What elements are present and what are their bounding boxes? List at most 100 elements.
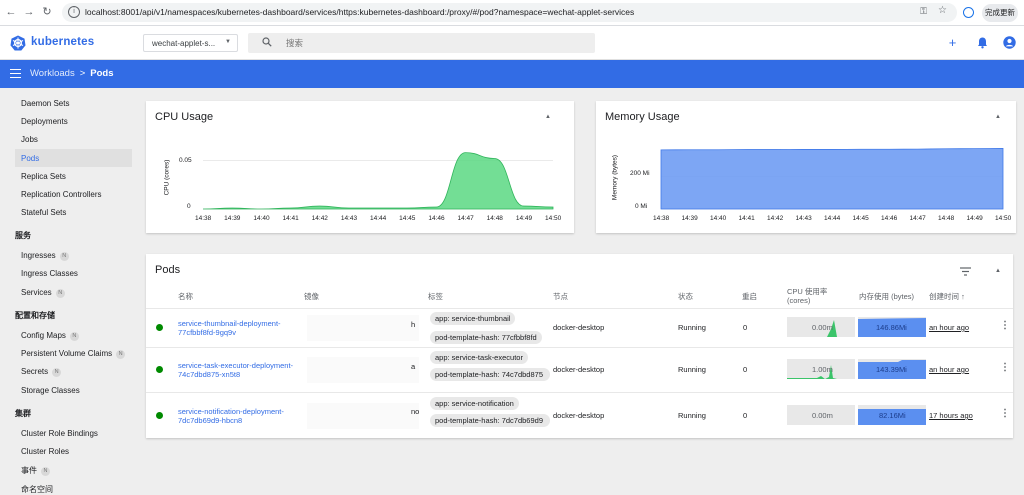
sidebar-heading-cluster[interactable]: 集群 (15, 408, 31, 419)
namespaced-badge: N (41, 467, 50, 476)
search-icon (262, 37, 272, 47)
menu-icon[interactable] (10, 69, 21, 78)
created-time[interactable]: an hour ago (929, 365, 969, 374)
sidebar-item-services[interactable]: Services N (21, 288, 65, 298)
more-vert-icon[interactable]: ⋮ (1000, 320, 1010, 331)
sidebar-heading-config-storage[interactable]: 配置和存储 (15, 310, 55, 321)
url-text[interactable]: localhost:8001/api/v1/namespaces/kuberne… (85, 7, 634, 17)
pod-name-link[interactable]: service-thumbnail-deployment-77cfbbf8fd-… (178, 319, 303, 337)
search-input[interactable] (286, 36, 566, 50)
label-chip: app: service-thumbnail (430, 312, 516, 325)
sidebar-item-ingresses[interactable]: Ingresses N (21, 251, 69, 261)
x-tick-label: 14:38 (653, 215, 670, 222)
pod-name-link[interactable]: service-task-executor-deployment-74c7dbd… (178, 361, 303, 379)
sidebar-item-pvc[interactable]: Persistent Volume Claims N (21, 349, 126, 359)
back-icon[interactable]: ← (4, 5, 18, 19)
row-divider (146, 308, 1013, 309)
breadcrumb-separator: > (79, 68, 86, 79)
sidebar-item-pods[interactable]: Pods (21, 154, 39, 163)
bell-icon[interactable] (976, 36, 989, 49)
cpu-value: 1.00m (812, 365, 833, 374)
column-header-restarts[interactable]: 重启 (742, 292, 757, 301)
sidebar-item-events[interactable]: 事件 N (21, 465, 50, 476)
restarts-cell: 0 (743, 365, 748, 374)
cpu-area-series (202, 152, 554, 210)
cpu-ytick: 0.05 (179, 157, 192, 164)
column-header-memory[interactable]: 内存使用 (bytes) (859, 292, 914, 301)
password-key-icon[interactable]: ⚿ (920, 6, 927, 17)
sidebar-item-label: Persistent Volume Claims (21, 349, 113, 358)
x-tick-label: 14:41 (282, 215, 299, 222)
sidebar-item-config-maps[interactable]: Config Maps N (21, 331, 79, 341)
namespaced-badge: N (69, 332, 79, 341)
forward-icon[interactable]: → (22, 5, 36, 19)
reload-icon[interactable]: ↻ (40, 5, 54, 19)
site-info-icon[interactable]: i (68, 6, 80, 18)
created-time[interactable]: an hour ago (929, 323, 969, 332)
sidebar-item-secrets[interactable]: Secrets N (21, 367, 62, 377)
sidebar-item-cluster-role-bindings[interactable]: Cluster Role Bindings (21, 429, 98, 438)
kubernetes-logo-icon[interactable] (10, 35, 26, 51)
x-tick-label: 14:49 (966, 215, 983, 222)
more-vert-icon[interactable]: ⋮ (1000, 408, 1010, 419)
sidebar-item-replication-controllers[interactable]: Replication Controllers (21, 190, 101, 199)
account-icon[interactable] (1003, 36, 1016, 49)
breadcrumb-pods: Pods (90, 68, 114, 79)
profile-icon[interactable] (963, 7, 974, 18)
namespaced-badge: N (52, 368, 62, 377)
column-header-image[interactable]: 镜像 (304, 292, 319, 301)
x-tick-label: 14:40 (710, 215, 727, 222)
column-header-status[interactable]: 状态 (678, 292, 693, 301)
sidebar-item-replica-sets[interactable]: Replica Sets (21, 172, 66, 181)
bookmark-star-icon[interactable]: ☆ (938, 5, 947, 16)
sidebar-item-ingress-classes[interactable]: Ingress Classes (21, 269, 78, 278)
x-tick-label: 14:47 (909, 215, 926, 222)
sidebar-item-jobs[interactable]: Jobs (21, 135, 38, 144)
status-running-icon (156, 366, 163, 373)
brand-title[interactable]: kubernetes (31, 36, 94, 48)
sidebar-item-label: Services (21, 288, 52, 297)
created-time[interactable]: 17 hours ago (929, 411, 973, 420)
breadcrumb-bar: Workloads > Pods (0, 60, 1024, 88)
collapse-caret-icon[interactable]: ▲ (995, 268, 1001, 274)
namespaced-badge: N (59, 252, 69, 261)
column-header-cpu[interactable]: CPU 使用率 (cores) (787, 287, 837, 305)
image-cell (307, 357, 419, 383)
pod-name-link[interactable]: service-notification-deployment-7dc7db69… (178, 407, 303, 425)
column-header-name[interactable]: 名称 (178, 292, 193, 301)
column-header-created[interactable]: 创建时间 ↑ (929, 292, 965, 301)
x-tick-label: 14:43 (795, 215, 812, 222)
label-chip: pod-template-hash: 77cfbbf8fd (430, 331, 542, 344)
column-header-node[interactable]: 节点 (553, 292, 568, 301)
label-chip: pod-template-hash: 74c7dbd875 (430, 368, 550, 381)
more-vert-icon[interactable]: ⋮ (1000, 362, 1010, 373)
browser-toolbar: ← → ↻ i localhost:8001/api/v1/namespaces… (0, 0, 1024, 26)
memory-value: 82.16Mi (879, 411, 906, 420)
image-text: h (411, 320, 416, 329)
namespaced-badge: N (116, 350, 126, 359)
sidebar-item-namespaces[interactable]: 命名空间 (21, 484, 53, 495)
sidebar-item-daemon-sets[interactable]: Daemon Sets (21, 99, 69, 108)
x-tick-label: 14:44 (824, 215, 841, 222)
row-divider (146, 347, 1013, 348)
memory-ytick: 200 Mi (630, 170, 650, 177)
column-header-labels[interactable]: 标签 (428, 292, 443, 301)
sidebar-item-deployments[interactable]: Deployments (21, 117, 68, 126)
filter-icon[interactable] (960, 267, 971, 276)
namespace-select[interactable]: wechat-applet-s... ▼ (143, 34, 238, 52)
sidebar-heading-services[interactable]: 服务 (15, 230, 31, 241)
memory-area-series (660, 148, 1004, 210)
address-bar[interactable]: i localhost:8001/api/v1/namespaces/kuber… (62, 3, 957, 22)
x-tick-label: 14:50 (545, 215, 562, 222)
update-button[interactable]: 完成更新 (982, 4, 1018, 22)
breadcrumb-workloads[interactable]: Workloads (30, 68, 75, 79)
label-chip: app: service-task-executor (430, 351, 528, 364)
row-divider (146, 392, 1013, 393)
image-cell (307, 403, 419, 429)
sidebar-item-stateful-sets[interactable]: Stateful Sets (21, 208, 66, 217)
sidebar-item-storage-classes[interactable]: Storage Classes (21, 386, 80, 395)
sidebar-item-cluster-roles[interactable]: Cluster Roles (21, 447, 69, 456)
search-box[interactable] (248, 33, 595, 53)
x-tick-label: 14:41 (738, 215, 755, 222)
plus-icon[interactable]: + (946, 36, 959, 49)
